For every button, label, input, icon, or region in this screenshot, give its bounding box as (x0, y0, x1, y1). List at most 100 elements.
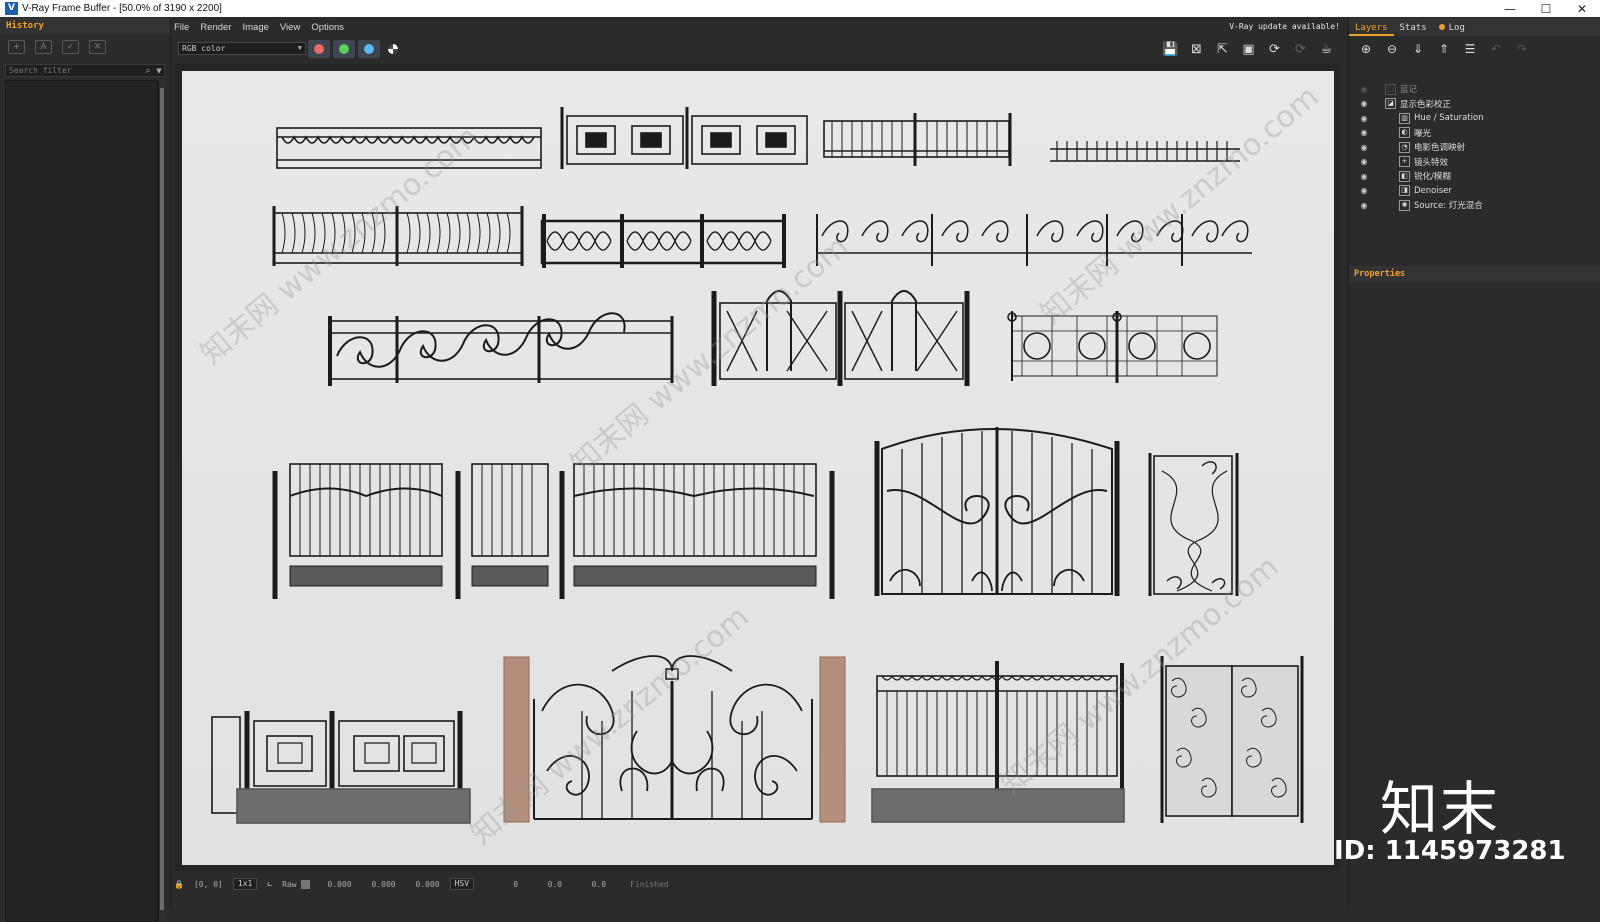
undo-icon[interactable]: ↶ (1487, 41, 1505, 57)
hsv-value-s: 0.0 (547, 879, 563, 889)
layer-row[interactable]: ◉ ◔ 电影色调映射 (1351, 140, 1599, 155)
chevron-down-icon: ▼ (297, 44, 302, 52)
minimize-button[interactable]: — (1492, 0, 1528, 17)
gate-2 (1148, 453, 1239, 596)
load-history-icon[interactable]: ✓ (62, 40, 79, 54)
region-render-icon[interactable]: ▣ (1239, 41, 1258, 59)
render-toolbar-icons: 💾 ⊠ ⇱ ▣ ⟳ ⟳ ☕ (1161, 41, 1336, 59)
layer-name: Source: 灯光混合 (1414, 201, 1483, 212)
visibility-eye-icon[interactable]: ◉ (1357, 85, 1371, 94)
title-bar: V V-Ray Frame Buffer - [50.0% of 3190 x … (0, 0, 1600, 17)
layer-row[interactable]: ◉ ◪ 显示色彩校正 (1351, 97, 1599, 112)
update-notice[interactable]: V-Ray update available! (1229, 22, 1340, 31)
visibility-eye-icon[interactable]: ◉ (1357, 201, 1371, 210)
tab-stats[interactable]: Stats (1394, 21, 1433, 36)
layer-tree: ◉ □ 蓝记 ◉ ◪ 显示色彩校正 ◉ ▥ Hue / Saturation ◉… (1351, 82, 1599, 262)
gate-4 (1160, 656, 1304, 823)
blue-channel-button[interactable] (358, 40, 380, 58)
layer-name: 曝光 (1414, 128, 1432, 139)
layer-row[interactable]: ◉ ▥ Hue / Saturation (1351, 111, 1599, 126)
fence-9 (711, 290, 970, 386)
exposure-icon: ◐ (1399, 127, 1410, 139)
interactive-render-icon[interactable]: ⟳ (1291, 41, 1310, 59)
rendered-image[interactable]: 知末网 www.znzmo.com 知末网 www.znzmo.com 知末网 … (182, 71, 1334, 865)
remove-history-icon[interactable]: ✕ (89, 40, 106, 54)
history-header: History (0, 18, 170, 34)
right-tabs: Layers Stats Log (1349, 18, 1600, 36)
layer-row[interactable]: ◉ ◧ 锐化/模糊 (1351, 169, 1599, 184)
delete-layer-icon[interactable]: ⊖ (1383, 41, 1401, 57)
layer-row[interactable]: ◉ □ 蓝记 (1351, 82, 1599, 97)
channel-select[interactable]: RGB color ▼ (178, 42, 306, 55)
visibility-eye-icon[interactable]: ◉ (1357, 128, 1371, 137)
history-search-input[interactable] (6, 66, 142, 75)
layer-row[interactable]: ◉ + 镜头特效 (1351, 155, 1599, 170)
save-history-icon[interactable]: + (8, 40, 25, 54)
layer-row[interactable]: ◉ ✺ Source: 灯光混合 (1351, 198, 1599, 213)
save-layers-icon[interactable]: ⇓ (1409, 41, 1427, 57)
pick-color-icon[interactable]: ∟ (267, 880, 272, 889)
tab-layers[interactable]: Layers (1349, 21, 1394, 36)
gate-1 (874, 427, 1120, 596)
blue-dot-icon (364, 44, 374, 54)
load-layers-icon[interactable]: ⇑ (1435, 41, 1453, 57)
red-channel-button[interactable] (308, 40, 330, 58)
red-dot-icon (314, 44, 324, 54)
tab-log[interactable]: Log (1433, 21, 1471, 36)
menu-bar: File Render Image View Options (174, 20, 1344, 35)
fence-1 (276, 127, 542, 169)
menu-image[interactable]: Image (242, 22, 268, 33)
chevron-down-icon[interactable]: ▼ (154, 67, 164, 75)
render-teapot-icon[interactable]: ☕ (1317, 41, 1336, 59)
visibility-eye-icon[interactable]: ◉ (1357, 186, 1371, 195)
green-dot-icon (339, 44, 349, 54)
scrollbar-thumb[interactable] (160, 88, 164, 910)
cursor-coords: [0, 0] (193, 879, 223, 889)
clear-image-icon[interactable]: ⊠ (1187, 41, 1206, 59)
maximize-button[interactable]: ☐ (1528, 0, 1564, 17)
fence-12 (211, 711, 471, 824)
visibility-eye-icon[interactable]: ◉ (1357, 99, 1371, 108)
render-icon[interactable]: ⟳ (1265, 41, 1284, 59)
compare-ab-icon[interactable]: A (35, 40, 52, 54)
redo-icon[interactable]: ↷ (1513, 41, 1531, 57)
visibility-eye-icon[interactable]: ◉ (1357, 172, 1371, 181)
green-channel-button[interactable] (333, 40, 355, 58)
render-viewport[interactable]: 知末网 www.znzmo.com 知末网 www.znzmo.com 知末网 … (174, 64, 1340, 871)
color-mode-select[interactable]: HSV (449, 878, 475, 890)
layer-row[interactable]: ◉ ◨ Denoiser (1351, 184, 1599, 199)
hsv-value-h: 0 (513, 879, 519, 889)
save-image-icon[interactable]: 💾 (1161, 41, 1180, 59)
history-toolbar: + A ✓ ✕ (0, 34, 170, 60)
history-list[interactable] (5, 80, 158, 922)
window-title: V-Ray Frame Buffer - [50.0% of 3190 x 22… (22, 3, 222, 14)
lens-effects-icon: + (1399, 156, 1410, 168)
close-button[interactable]: ✕ (1564, 0, 1600, 17)
menu-view[interactable]: View (280, 22, 300, 33)
menu-options[interactable]: Options (311, 22, 344, 33)
hsv-value-v: 0.0 (591, 879, 607, 889)
track-mouse-icon[interactable]: ⇱ (1213, 41, 1232, 59)
zoom-select[interactable]: 1x1 (232, 878, 258, 890)
menu-file[interactable]: File (174, 22, 189, 33)
denoiser-icon: ◨ (1399, 185, 1410, 197)
raw-value-r: 0.000 (327, 879, 352, 889)
layer-name: Denoiser (1414, 185, 1452, 196)
mono-view-button[interactable] (382, 40, 404, 58)
visibility-eye-icon[interactable]: ◉ (1357, 114, 1371, 123)
search-icon[interactable]: ⌕ (142, 66, 154, 76)
fence-4 (1050, 141, 1240, 162)
watermark-id: ID: 1145973281 (1334, 836, 1566, 866)
layer-list-icon[interactable]: ☰ (1461, 41, 1479, 57)
layer-row[interactable]: ◉ ◐ 曝光 (1351, 126, 1599, 141)
create-layer-icon[interactable]: ⊕ (1357, 41, 1375, 57)
layer-name: 显示色彩校正 (1400, 99, 1452, 110)
visibility-eye-icon[interactable]: ◉ (1357, 143, 1371, 152)
fence-5 (272, 206, 524, 266)
stamp-layer-icon: □ (1385, 83, 1396, 95)
menu-render[interactable]: Render (200, 22, 231, 33)
history-scrollbar[interactable] (158, 80, 165, 922)
lock-icon[interactable]: 🔒 (174, 880, 184, 889)
visibility-eye-icon[interactable]: ◉ (1357, 157, 1371, 166)
hue-saturation-icon: ▥ (1399, 112, 1410, 124)
